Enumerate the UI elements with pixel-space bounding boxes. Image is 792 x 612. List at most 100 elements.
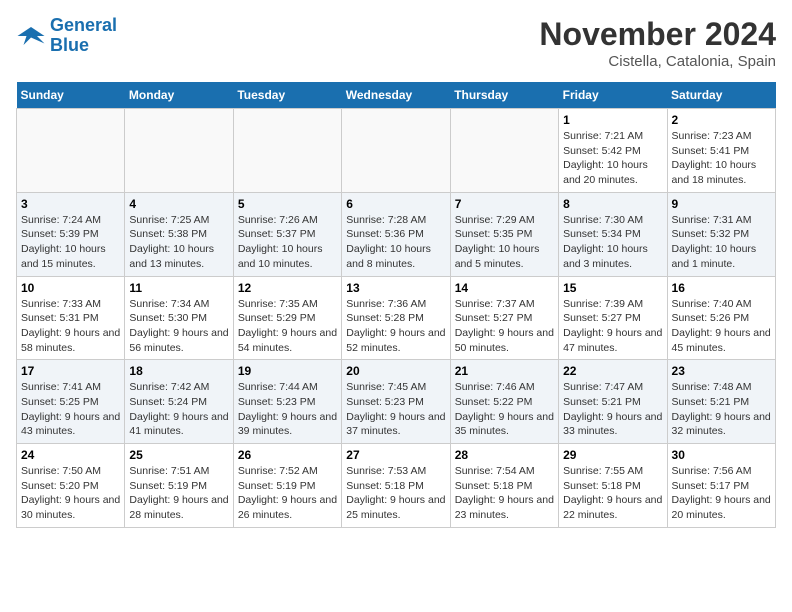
day-info: Sunrise: 7:47 AMSunset: 5:21 PMDaylight:… xyxy=(563,380,662,439)
day-cell: 24Sunrise: 7:50 AMSunset: 5:20 PMDayligh… xyxy=(17,444,125,528)
page-header: General Blue November 2024 Cistella, Cat… xyxy=(16,16,776,70)
day-number: 15 xyxy=(563,281,662,295)
day-cell: 5 Sunrise: 7:26 AMSunset: 5:37 PMDaylight… xyxy=(233,192,341,276)
day-number: 5 xyxy=(238,197,337,211)
day-cell: 4Sunrise: 7:25 AMSunset: 5:38 PMDaylight… xyxy=(125,192,233,276)
day-header-saturday: Saturday xyxy=(667,82,775,109)
day-info: Sunrise: 7:30 AMSunset: 5:34 PMDaylight:… xyxy=(563,213,662,272)
day-info: Sunrise: 7:54 AMSunset: 5:18 PMDaylight:… xyxy=(455,464,554,523)
day-cell: 21 Sunrise: 7:46 AMSunset: 5:22 PMDayligh… xyxy=(450,360,558,444)
day-header-sunday: Sunday xyxy=(17,82,125,109)
day-number: 4 xyxy=(129,197,228,211)
day-cell: 11 Sunrise: 7:34 AMSunset: 5:30 PMDayligh… xyxy=(125,276,233,360)
day-info: Sunrise: 7:55 AMSunset: 5:18 PMDaylight:… xyxy=(563,464,662,523)
week-row-2: 3 Sunrise: 7:24 AMSunset: 5:39 PMDaylight… xyxy=(17,192,776,276)
day-info: Sunrise: 7:34 AMSunset: 5:30 PMDaylight:… xyxy=(129,297,228,356)
day-info: Sunrise: 7:39 AMSunset: 5:27 PMDaylight:… xyxy=(563,297,662,356)
day-number: 14 xyxy=(455,281,554,295)
day-cell: 16Sunrise: 7:40 AMSunset: 5:26 PMDayligh… xyxy=(667,276,775,360)
day-info: Sunrise: 7:48 AMSunset: 5:21 PMDaylight:… xyxy=(672,380,771,439)
day-number: 19 xyxy=(238,364,337,378)
day-number: 25 xyxy=(129,448,228,462)
day-number: 26 xyxy=(238,448,337,462)
week-row-5: 24Sunrise: 7:50 AMSunset: 5:20 PMDayligh… xyxy=(17,444,776,528)
day-info: Sunrise: 7:52 AMSunset: 5:19 PMDaylight:… xyxy=(238,464,337,523)
day-header-thursday: Thursday xyxy=(450,82,558,109)
day-cell: 8 Sunrise: 7:30 AMSunset: 5:34 PMDaylight… xyxy=(559,192,667,276)
day-number: 29 xyxy=(563,448,662,462)
day-number: 23 xyxy=(672,364,771,378)
day-number: 3 xyxy=(21,197,120,211)
day-info: Sunrise: 7:26 AMSunset: 5:37 PMDaylight:… xyxy=(238,213,337,272)
day-cell: 28 Sunrise: 7:54 AMSunset: 5:18 PMDayligh… xyxy=(450,444,558,528)
day-info: Sunrise: 7:23 AMSunset: 5:41 PMDaylight:… xyxy=(672,129,771,188)
day-cell: 29 Sunrise: 7:55 AMSunset: 5:18 PMDayligh… xyxy=(559,444,667,528)
day-number: 10 xyxy=(21,281,120,295)
day-info: Sunrise: 7:51 AMSunset: 5:19 PMDaylight:… xyxy=(129,464,228,523)
day-number: 1 xyxy=(563,113,662,127)
day-number: 30 xyxy=(672,448,771,462)
day-cell: 25 Sunrise: 7:51 AMSunset: 5:19 PMDayligh… xyxy=(125,444,233,528)
header-row: SundayMondayTuesdayWednesdayThursdayFrid… xyxy=(17,82,776,109)
day-cell xyxy=(17,109,125,193)
day-number: 21 xyxy=(455,364,554,378)
day-info: Sunrise: 7:41 AMSunset: 5:25 PMDaylight:… xyxy=(21,380,120,439)
day-info: Sunrise: 7:45 AMSunset: 5:23 PMDaylight:… xyxy=(346,380,445,439)
day-info: Sunrise: 7:36 AMSunset: 5:28 PMDaylight:… xyxy=(346,297,445,356)
day-number: 9 xyxy=(672,197,771,211)
day-info: Sunrise: 7:21 AMSunset: 5:42 PMDaylight:… xyxy=(563,129,662,188)
day-cell: 27Sunrise: 7:53 AMSunset: 5:18 PMDayligh… xyxy=(342,444,450,528)
day-cell: 9 Sunrise: 7:31 AMSunset: 5:32 PMDaylight… xyxy=(667,192,775,276)
day-number: 12 xyxy=(238,281,337,295)
day-cell: 3 Sunrise: 7:24 AMSunset: 5:39 PMDaylight… xyxy=(17,192,125,276)
month-title: November 2024 xyxy=(539,16,776,53)
day-info: Sunrise: 7:24 AMSunset: 5:39 PMDaylight:… xyxy=(21,213,120,272)
day-cell: 15 Sunrise: 7:39 AMSunset: 5:27 PMDayligh… xyxy=(559,276,667,360)
day-number: 17 xyxy=(21,364,120,378)
day-cell: 10Sunrise: 7:33 AMSunset: 5:31 PMDayligh… xyxy=(17,276,125,360)
day-number: 24 xyxy=(21,448,120,462)
day-number: 27 xyxy=(346,448,445,462)
day-header-monday: Monday xyxy=(125,82,233,109)
day-number: 6 xyxy=(346,197,445,211)
day-cell: 14Sunrise: 7:37 AMSunset: 5:27 PMDayligh… xyxy=(450,276,558,360)
day-number: 2 xyxy=(672,113,771,127)
day-header-friday: Friday xyxy=(559,82,667,109)
day-info: Sunrise: 7:28 AMSunset: 5:36 PMDaylight:… xyxy=(346,213,445,272)
day-cell: 1 Sunrise: 7:21 AMSunset: 5:42 PMDaylight… xyxy=(559,109,667,193)
calendar-table: SundayMondayTuesdayWednesdayThursdayFrid… xyxy=(16,82,776,528)
day-number: 20 xyxy=(346,364,445,378)
week-row-4: 17 Sunrise: 7:41 AMSunset: 5:25 PMDayligh… xyxy=(17,360,776,444)
day-cell: 18Sunrise: 7:42 AMSunset: 5:24 PMDayligh… xyxy=(125,360,233,444)
day-number: 11 xyxy=(129,281,228,295)
day-info: Sunrise: 7:29 AMSunset: 5:35 PMDaylight:… xyxy=(455,213,554,272)
day-cell: 30 Sunrise: 7:56 AMSunset: 5:17 PMDayligh… xyxy=(667,444,775,528)
day-cell: 13 Sunrise: 7:36 AMSunset: 5:28 PMDayligh… xyxy=(342,276,450,360)
day-number: 18 xyxy=(129,364,228,378)
day-cell: 23 Sunrise: 7:48 AMSunset: 5:21 PMDayligh… xyxy=(667,360,775,444)
day-cell xyxy=(342,109,450,193)
day-info: Sunrise: 7:40 AMSunset: 5:26 PMDaylight:… xyxy=(672,297,771,356)
day-info: Sunrise: 7:56 AMSunset: 5:17 PMDaylight:… xyxy=(672,464,771,523)
day-number: 22 xyxy=(563,364,662,378)
week-row-3: 10Sunrise: 7:33 AMSunset: 5:31 PMDayligh… xyxy=(17,276,776,360)
day-cell: 26 Sunrise: 7:52 AMSunset: 5:19 PMDayligh… xyxy=(233,444,341,528)
day-number: 7 xyxy=(455,197,554,211)
day-cell: 22 Sunrise: 7:47 AMSunset: 5:21 PMDayligh… xyxy=(559,360,667,444)
day-info: Sunrise: 7:44 AMSunset: 5:23 PMDaylight:… xyxy=(238,380,337,439)
week-row-1: 1 Sunrise: 7:21 AMSunset: 5:42 PMDaylight… xyxy=(17,109,776,193)
day-cell xyxy=(233,109,341,193)
day-number: 8 xyxy=(563,197,662,211)
day-number: 28 xyxy=(455,448,554,462)
day-header-wednesday: Wednesday xyxy=(342,82,450,109)
logo: General Blue xyxy=(16,16,117,56)
day-header-tuesday: Tuesday xyxy=(233,82,341,109)
title-block: November 2024 Cistella, Catalonia, Spain xyxy=(539,16,776,70)
day-number: 13 xyxy=(346,281,445,295)
day-cell: 7 Sunrise: 7:29 AMSunset: 5:35 PMDaylight… xyxy=(450,192,558,276)
day-info: Sunrise: 7:31 AMSunset: 5:32 PMDaylight:… xyxy=(672,213,771,272)
location: Cistella, Catalonia, Spain xyxy=(539,53,776,70)
day-info: Sunrise: 7:35 AMSunset: 5:29 PMDaylight:… xyxy=(238,297,337,356)
logo-icon xyxy=(16,21,46,51)
day-info: Sunrise: 7:46 AMSunset: 5:22 PMDaylight:… xyxy=(455,380,554,439)
